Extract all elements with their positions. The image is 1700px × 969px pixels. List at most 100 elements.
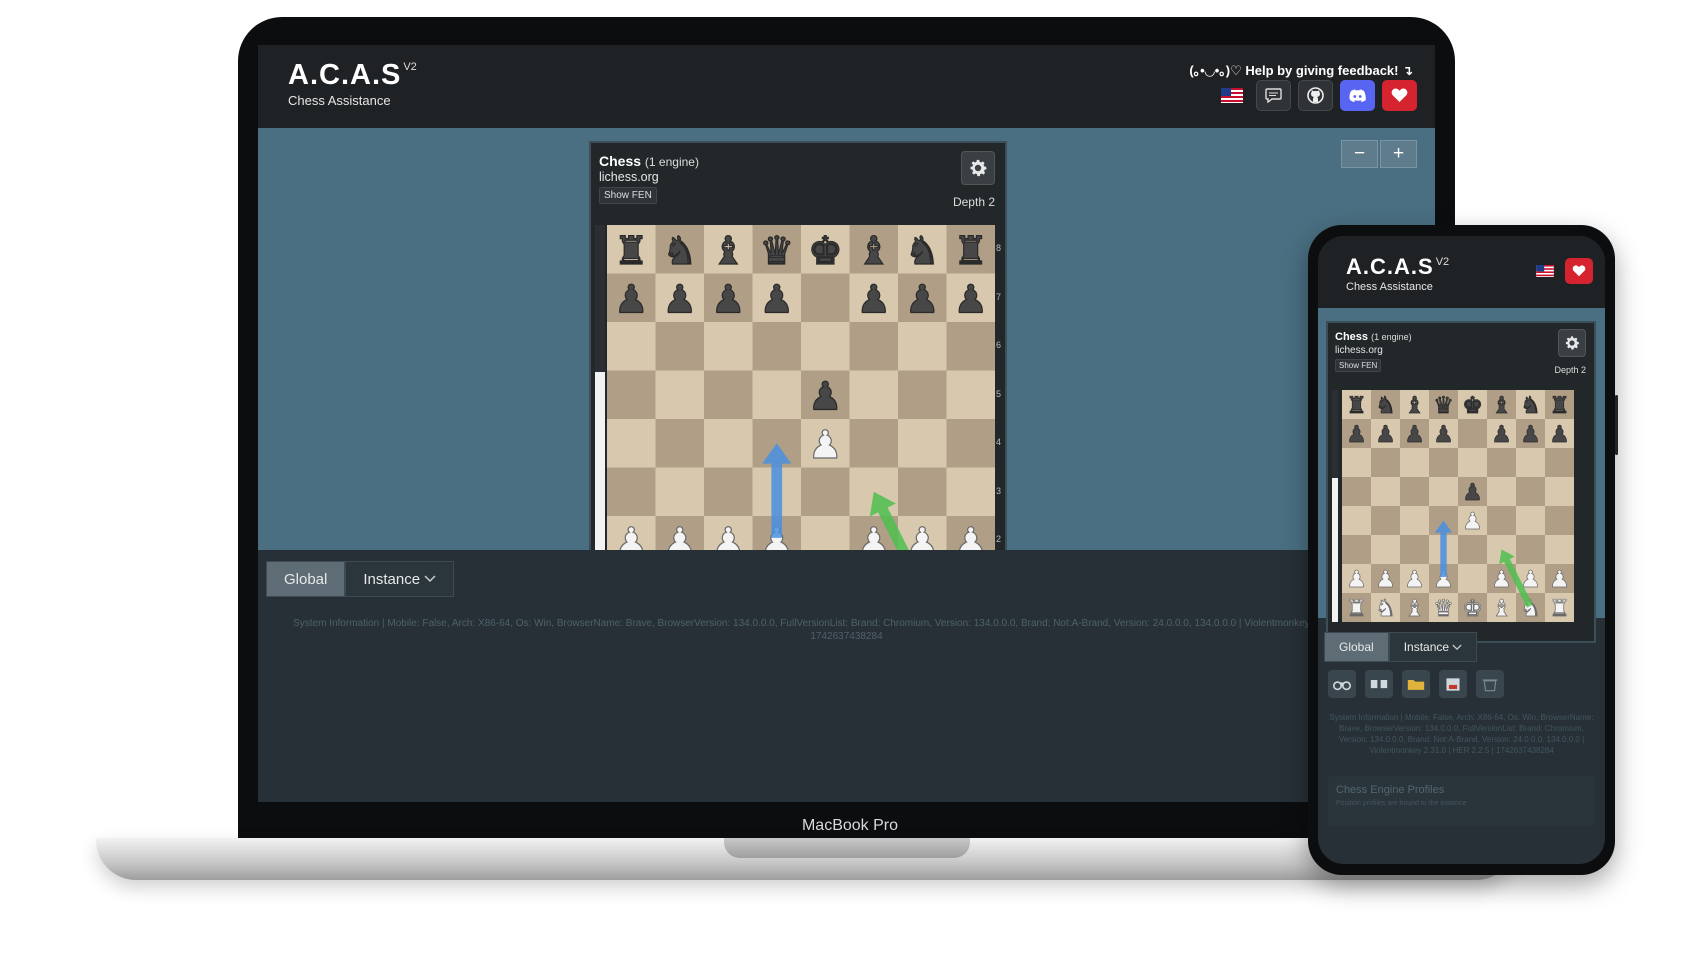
board-square[interactable] xyxy=(1342,477,1371,506)
black-bishop-piece[interactable]: ♝ xyxy=(1404,392,1426,420)
board-square[interactable] xyxy=(946,370,996,420)
black-knight-piece[interactable]: ♞ xyxy=(904,228,940,274)
white-king-piece[interactable]: ♚ xyxy=(1462,595,1484,622)
board-square[interactable] xyxy=(655,370,705,420)
board-square[interactable] xyxy=(704,370,753,420)
board-square[interactable] xyxy=(1371,535,1400,564)
black-king-piece[interactable]: ♚ xyxy=(807,228,843,274)
black-pawn-piece[interactable]: ♟ xyxy=(1462,479,1484,507)
board-square[interactable] xyxy=(898,322,947,371)
board-square[interactable] xyxy=(607,370,656,420)
board-square[interactable] xyxy=(752,370,802,420)
board-square[interactable] xyxy=(1516,535,1545,564)
board-square[interactable] xyxy=(1545,506,1574,535)
board-square[interactable] xyxy=(1400,535,1429,564)
board-square[interactable] xyxy=(655,419,705,468)
white-pawn-piece[interactable]: ♟ xyxy=(1375,566,1397,594)
board-square[interactable] xyxy=(1458,419,1487,448)
board-square[interactable] xyxy=(801,467,850,517)
black-pawn-piece[interactable]: ♟ xyxy=(1346,421,1368,449)
settings-button[interactable] xyxy=(961,151,995,185)
black-king-piece[interactable]: ♚ xyxy=(1462,392,1484,420)
black-rook-piece[interactable]: ♜ xyxy=(1346,392,1368,420)
white-bishop-piece[interactable]: ♝ xyxy=(1404,595,1426,622)
folder-button[interactable] xyxy=(1402,670,1430,698)
board-square[interactable] xyxy=(607,322,656,371)
black-knight-piece[interactable]: ♞ xyxy=(1520,392,1542,420)
phone-settings-button[interactable] xyxy=(1558,329,1586,357)
phone-tab-instance[interactable]: Instance xyxy=(1388,632,1478,662)
black-pawn-piece[interactable]: ♟ xyxy=(662,277,698,323)
white-pawn-piece[interactable]: ♟ xyxy=(1549,566,1571,594)
black-bishop-piece[interactable]: ♝ xyxy=(856,228,892,274)
black-bishop-piece[interactable]: ♝ xyxy=(710,228,746,274)
zoom-out-button[interactable]: − xyxy=(1341,140,1378,168)
language-button[interactable] xyxy=(1214,80,1249,111)
board-square[interactable] xyxy=(1429,448,1458,477)
trash-button[interactable] xyxy=(1476,670,1504,698)
black-pawn-piece[interactable]: ♟ xyxy=(856,277,892,323)
zoom-in-button[interactable]: + xyxy=(1380,140,1417,168)
white-knight-piece[interactable]: ♞ xyxy=(1375,595,1397,622)
white-bishop-piece[interactable]: ♝ xyxy=(1491,595,1513,622)
black-knight-piece[interactable]: ♞ xyxy=(1375,392,1397,420)
board-square[interactable] xyxy=(1400,506,1429,535)
white-pawn-piece[interactable]: ♟ xyxy=(1462,508,1484,536)
board-square[interactable] xyxy=(704,467,753,517)
black-pawn-piece[interactable]: ♟ xyxy=(759,277,795,323)
board-square[interactable] xyxy=(946,322,996,371)
black-rook-piece[interactable]: ♜ xyxy=(1549,392,1571,420)
phone-chessboard[interactable]: ♜♞♝♛♚♝♞♜♟♟♟♟♟♟♟♟♟♟♟♟♟♟♟♟♜♞♝♛♚♝♞♜ xyxy=(1342,390,1574,622)
board-square[interactable] xyxy=(1458,535,1487,564)
board-square[interactable] xyxy=(1458,448,1487,477)
board-square[interactable] xyxy=(704,322,753,371)
phone-show-fen-button[interactable]: Show FEN xyxy=(1335,359,1382,372)
board-square[interactable] xyxy=(1371,506,1400,535)
board-square[interactable] xyxy=(1342,448,1371,477)
board-square[interactable] xyxy=(1342,506,1371,535)
black-queen-piece[interactable]: ♛ xyxy=(759,228,795,274)
board-square[interactable] xyxy=(1458,564,1487,593)
board-square[interactable] xyxy=(1371,477,1400,506)
board-square[interactable] xyxy=(946,419,996,468)
board-square[interactable] xyxy=(1400,477,1429,506)
board-square[interactable] xyxy=(801,322,850,371)
donate-button[interactable] xyxy=(1382,80,1417,111)
board-square[interactable] xyxy=(1545,477,1574,506)
tab-instance[interactable]: Instance xyxy=(345,561,455,597)
discord-button[interactable] xyxy=(1340,80,1375,111)
black-rook-piece[interactable]: ♜ xyxy=(953,228,989,274)
black-pawn-piece[interactable]: ♟ xyxy=(1433,421,1455,449)
black-pawn-piece[interactable]: ♟ xyxy=(1491,421,1513,449)
save-button[interactable] xyxy=(1439,670,1467,698)
show-fen-button[interactable]: Show FEN xyxy=(599,187,657,204)
board-square[interactable] xyxy=(607,419,656,468)
feedback-link[interactable]: (｡•◡•｡)♡ Help by giving feedback! ↴ xyxy=(1189,60,1413,79)
black-pawn-piece[interactable]: ♟ xyxy=(953,277,989,323)
board-square[interactable] xyxy=(752,322,802,371)
board-square[interactable] xyxy=(849,419,899,468)
binoculars-button[interactable] xyxy=(1328,670,1356,698)
board-square[interactable] xyxy=(801,273,850,323)
black-rook-piece[interactable]: ♜ xyxy=(613,228,649,274)
board-square[interactable] xyxy=(1516,506,1545,535)
board-square[interactable] xyxy=(1371,448,1400,477)
black-pawn-piece[interactable]: ♟ xyxy=(613,277,649,323)
white-queen-piece[interactable]: ♛ xyxy=(1433,595,1455,622)
board-square[interactable] xyxy=(607,467,656,517)
black-knight-piece[interactable]: ♞ xyxy=(662,228,698,274)
board-square[interactable] xyxy=(898,370,947,420)
board-square[interactable] xyxy=(898,419,947,468)
black-pawn-piece[interactable]: ♟ xyxy=(1520,421,1542,449)
black-bishop-piece[interactable]: ♝ xyxy=(1491,392,1513,420)
book-button[interactable] xyxy=(1365,670,1393,698)
white-pawn-piece[interactable]: ♟ xyxy=(1404,566,1426,594)
black-pawn-piece[interactable]: ♟ xyxy=(807,374,843,420)
github-button[interactable] xyxy=(1298,80,1333,111)
phone-language-button[interactable] xyxy=(1531,258,1559,284)
black-pawn-piece[interactable]: ♟ xyxy=(1549,421,1571,449)
board-square[interactable] xyxy=(1545,535,1574,564)
board-square[interactable] xyxy=(1400,448,1429,477)
black-pawn-piece[interactable]: ♟ xyxy=(1404,421,1426,449)
board-square[interactable] xyxy=(1487,477,1516,506)
